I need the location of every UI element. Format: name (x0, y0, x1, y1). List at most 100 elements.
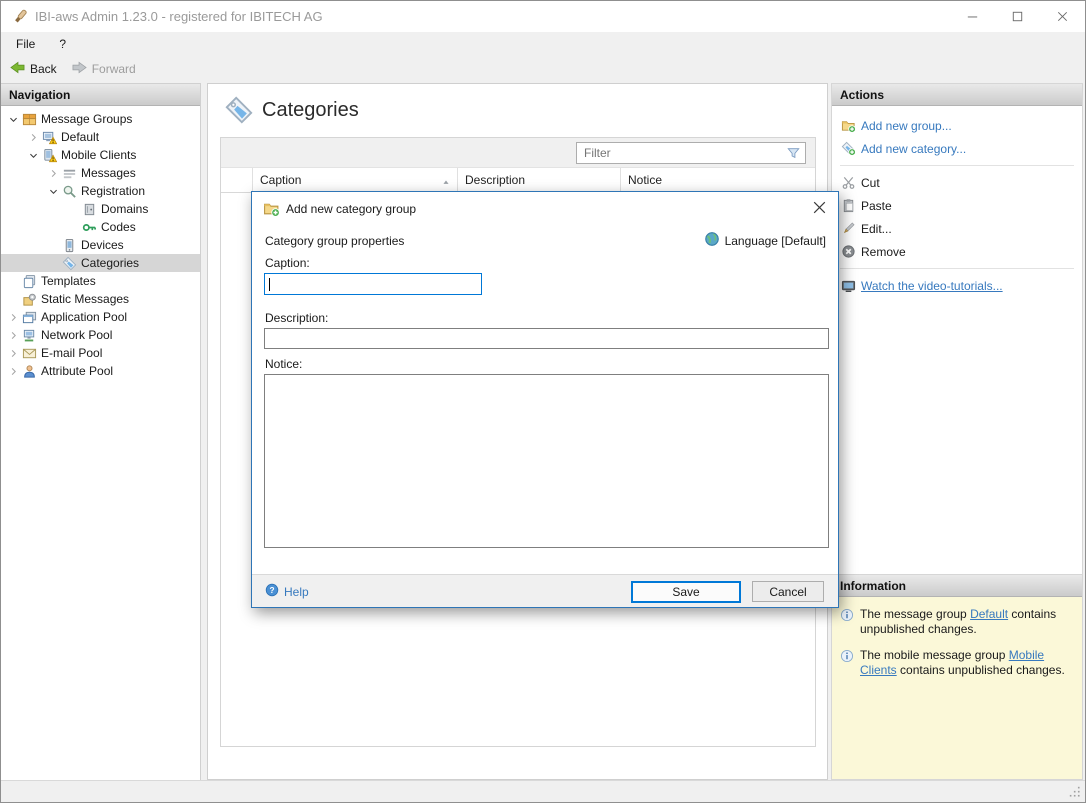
chevron-down-icon[interactable] (5, 111, 21, 127)
cancel-button[interactable]: Cancel (752, 581, 824, 602)
chevron-right-icon[interactable] (5, 309, 21, 325)
tree-item-label: Categories (81, 256, 139, 270)
filter-input[interactable] (576, 142, 806, 164)
chevron-right-icon[interactable] (5, 327, 21, 343)
info-text-suffix: contains unpublished changes. (897, 663, 1065, 677)
forward-button[interactable]: Forward (71, 60, 136, 78)
column-header-caption[interactable]: Caption (253, 168, 458, 192)
tree-item-categories[interactable]: Categories (1, 254, 200, 272)
resize-grip[interactable] (1069, 786, 1082, 799)
action-list: Add new group... Add new category... CutPa… (832, 106, 1082, 297)
chevron-right-icon[interactable] (5, 363, 21, 379)
chevron-right-icon[interactable] (25, 129, 41, 145)
tree-item-templates[interactable]: Templates (1, 272, 200, 290)
tree-item-codes[interactable]: Codes (1, 218, 200, 236)
description-field[interactable] (264, 328, 829, 349)
chevron-down-icon[interactable] (45, 183, 61, 199)
toolbar: Back Forward (1, 56, 1085, 81)
action-label: Add new group... (861, 119, 952, 133)
tree-item-devices[interactable]: Devices (1, 236, 200, 254)
dialog-section-label: Category group properties (265, 234, 404, 248)
menu-file[interactable]: File (16, 37, 35, 51)
actions-separator (840, 268, 1074, 269)
info-text: The message group Default contains unpub… (860, 607, 1074, 637)
help-link[interactable]: ? Help (265, 583, 309, 600)
tree-item-static-messages[interactable]: Static Messages (1, 290, 200, 308)
nav-tree: Message GroupsDefaultMobile Clients Messa… (1, 106, 200, 380)
tree-item-network-pool[interactable]: Network Pool (1, 326, 200, 344)
action-watch-the-video-tutorials[interactable]: Watch the video-tutorials... (832, 274, 1082, 297)
message-groups-icon (21, 111, 37, 127)
action-cut[interactable]: Cut (832, 171, 1082, 194)
link-default[interactable]: Default (970, 607, 1008, 621)
network-pool-icon (21, 327, 37, 343)
action-remove[interactable]: Remove (832, 240, 1082, 263)
close-button[interactable] (1040, 1, 1085, 32)
tree-item-registration[interactable]: Registration (1, 182, 200, 200)
action-add-new-group[interactable]: Add new group... (832, 114, 1082, 137)
help-label: Help (284, 585, 309, 599)
clipboard-icon (840, 198, 856, 214)
action-add-new-category[interactable]: Add new category... (832, 137, 1082, 160)
table-header: Caption Description Notice (221, 168, 815, 193)
back-button[interactable]: Back (9, 60, 57, 78)
information-list: The message group Default contains unpub… (832, 597, 1082, 678)
static-messages-icon (21, 291, 37, 307)
tree-item-label: Domains (101, 202, 148, 216)
caption-field[interactable] (264, 273, 482, 295)
title-bar: IBI-aws Admin 1.23.0 - registered for IB… (1, 1, 1085, 32)
tree-item-label: Messages (81, 166, 136, 180)
tree-item-application-pool[interactable]: Application Pool (1, 308, 200, 326)
filter-funnel-icon[interactable] (786, 146, 801, 160)
save-button[interactable]: Save (631, 581, 741, 603)
tree-item-mobile-clients[interactable]: Mobile Clients (1, 146, 200, 164)
chevron-down-icon[interactable] (25, 147, 41, 163)
action-label: Watch the video-tutorials... (861, 279, 1003, 293)
minimize-button[interactable] (950, 1, 995, 32)
tree-item-e-mail-pool[interactable]: E-mail Pool (1, 344, 200, 362)
scissors-icon (840, 175, 856, 191)
column-header-description[interactable]: Description (458, 168, 621, 192)
language-selector[interactable]: Language [Default] (704, 231, 826, 250)
application-pool-icon (21, 309, 37, 325)
tree-item-message-groups[interactable]: Message Groups (1, 110, 200, 128)
row-selector-column (221, 168, 253, 192)
action-paste[interactable]: Paste (832, 194, 1082, 217)
description-header-label: Description (465, 173, 525, 187)
dialog-close-icon[interactable] (811, 199, 828, 216)
info-circle-icon (840, 608, 854, 622)
tree-item-label: Devices (81, 238, 124, 252)
action-label: Remove (861, 245, 906, 259)
action-edit[interactable]: Edit... (832, 217, 1082, 240)
pencil-icon (840, 221, 856, 237)
tree-item-attribute-pool[interactable]: Attribute Pool (1, 362, 200, 380)
chevron-spacer (5, 291, 21, 307)
devices-icon (61, 237, 77, 253)
tree-item-messages[interactable]: Messages (1, 164, 200, 182)
menu-[interactable]: ? (59, 37, 66, 51)
info-text-prefix: The message group (860, 607, 970, 621)
column-header-notice[interactable]: Notice (621, 168, 815, 192)
chevron-spacer (5, 273, 21, 289)
sort-asc-icon (441, 176, 451, 185)
tree-item-label: E-mail Pool (41, 346, 102, 360)
app-window: IBI-aws Admin 1.23.0 - registered for IB… (0, 0, 1086, 803)
filter-band (221, 138, 815, 168)
globe-icon (704, 231, 720, 250)
chevron-right-icon[interactable] (45, 165, 61, 181)
info-item: The message group Default contains unpub… (840, 607, 1074, 637)
back-arrow-icon (9, 60, 26, 78)
info-circle-icon (840, 649, 854, 663)
tree-item-label: Codes (101, 220, 136, 234)
actions-header: Actions (832, 84, 1082, 106)
tree-item-default[interactable]: Default (1, 128, 200, 146)
chevron-right-icon[interactable] (5, 345, 21, 361)
messages-icon (61, 165, 77, 181)
notice-field[interactable] (264, 374, 829, 548)
maximize-button[interactable] (995, 1, 1040, 32)
info-item: The mobile message group Mobile Clients … (840, 648, 1074, 678)
tree-item-domains[interactable]: Domains (1, 200, 200, 218)
dialog-title: Add new category group (286, 202, 416, 216)
description-field-label: Description: (265, 311, 328, 325)
email-pool-icon (21, 345, 37, 361)
